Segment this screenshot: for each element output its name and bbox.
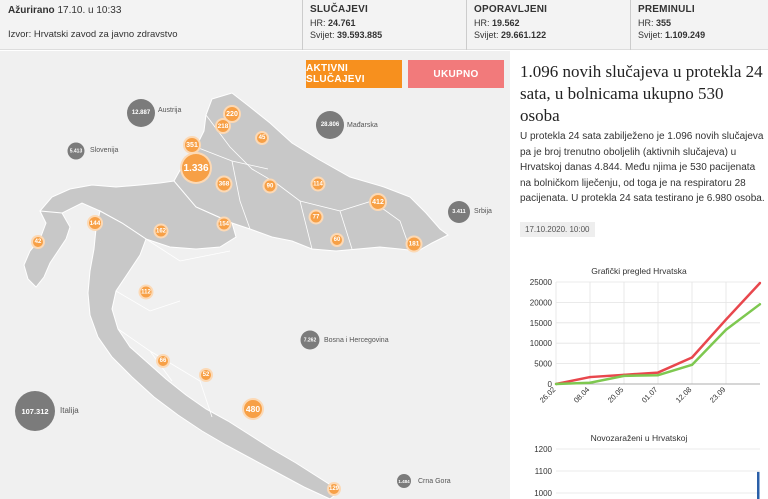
region-bubble[interactable]: 60 (330, 233, 344, 247)
x-tick-label: 01.07 (640, 385, 660, 405)
x-tick-label: 26.02 (538, 385, 558, 405)
country-label: Slovenija (90, 147, 119, 154)
x-tick-label: 23.09 (708, 385, 728, 405)
stat-cases: SLUČAJEVI HR: 24.761 Svijet: 39.593.885 (302, 0, 466, 50)
article-date: 17.10.2020. 10:00 (520, 222, 595, 237)
country-label: Crna Gora (418, 478, 451, 485)
region-bubble[interactable]: 368 (215, 175, 233, 193)
region-bubble[interactable]: 1.336 (180, 152, 212, 184)
y-tick-label: 25000 (530, 278, 553, 287)
line-chart: 050001000015000200002500026.02 08.04 20.05… (530, 278, 762, 405)
stat-world-label: Svijet: (638, 30, 663, 40)
series-point (724, 328, 728, 331)
series-point (588, 381, 592, 384)
updated-value: 17.10. u 10:33 (57, 5, 122, 16)
neighbor-bubble[interactable]: 7.262 (300, 330, 320, 350)
region-bubble[interactable]: 66 (156, 354, 170, 368)
region-bubble[interactable]: 52 (199, 368, 213, 382)
stat-world-label: Svijet: (310, 30, 335, 40)
y-tick-label: 15000 (530, 319, 553, 328)
article-body: U protekla 24 sata zabilježeno je 1.096 … (520, 131, 765, 204)
region-bubble[interactable]: 45 (255, 131, 269, 145)
region-bubble[interactable]: 218 (215, 118, 231, 134)
croatia-map-shape (23, 92, 449, 499)
y-tick-label: 20000 (530, 298, 553, 307)
series-point (690, 356, 694, 359)
country-label: Italija (60, 406, 79, 415)
country-label: Austrija (158, 107, 182, 114)
stat-world-value: 29.661.122 (501, 30, 547, 40)
series-point (758, 302, 762, 306)
y-tick-label: 1100 (535, 467, 553, 476)
bar-chart: 1000 1100 1200 (534, 445, 760, 499)
neighbor-bubble[interactable]: 107.312 (15, 391, 55, 431)
region-bubble[interactable]: 181 (405, 235, 423, 253)
x-tick-label: 12.08 (674, 385, 694, 405)
neighbor-bubble[interactable]: 28.806 (316, 111, 344, 139)
neighbor-bubble[interactable]: 5.413 (67, 142, 85, 160)
stat-hr-label: HR: (474, 17, 490, 28)
y-tick-label: 1000 (534, 489, 552, 498)
region-bubble[interactable]: 412 (369, 193, 387, 211)
series-point (588, 375, 592, 379)
series-point (656, 371, 660, 374)
x-tick-label: 08.04 (572, 385, 592, 405)
active-cases-button[interactable]: AKTIVNI SLUČAJEVI (306, 60, 402, 88)
y-tick-label: 5000 (534, 360, 552, 369)
bar-chart-title: Novozaraženi u Hrvatskoj (590, 433, 688, 443)
series-point (656, 374, 660, 377)
line-chart-title: Grafički pregled Hrvatska (591, 266, 687, 276)
stats-header: Ažurirano 17.10. u 10:33 Izvor: Hrvatski… (0, 0, 768, 50)
article-headline[interactable]: 1.096 novih slučajeva u protekla 24 sata… (520, 61, 766, 127)
y-tick-label: 10000 (530, 339, 553, 348)
neighbor-bubble[interactable]: 12.887 (127, 99, 155, 127)
stat-title: PREMINULI (638, 4, 695, 15)
stat-hr-value: 19.562 (492, 17, 520, 28)
stat-world-value: 39.593.885 (337, 30, 383, 40)
series-point (622, 374, 626, 378)
bar (757, 471, 760, 499)
neighbor-bubble[interactable]: 3.411 (448, 201, 470, 223)
region-bubble[interactable]: 144 (87, 215, 103, 231)
region-bubble[interactable]: 129 (327, 482, 341, 496)
region-bubble[interactable]: 114 (310, 176, 326, 192)
country-label: Bosna i Hercegovina (324, 337, 389, 344)
region-bubble[interactable]: 112 (138, 284, 154, 300)
stat-hr-value: 355 (656, 17, 672, 28)
stat-world-value: 1.109.249 (665, 30, 706, 40)
country-label: Srbija (474, 208, 492, 215)
region-bubble[interactable]: 42 (31, 235, 45, 249)
source-note: Izvor: Hrvatski zavod za javno zdravstvo (8, 29, 178, 40)
series-point (724, 318, 728, 321)
region-bubble[interactable]: 90 (262, 178, 278, 194)
region-bubble[interactable]: 77 (308, 209, 324, 225)
region-bubble[interactable]: 154 (216, 216, 232, 232)
croatia-map[interactable]: AKTIVNI SLUČAJEVI UKUPNO 220 218 45 351 … (0, 51, 510, 499)
stat-hr-label: HR: (310, 17, 326, 28)
stat-deaths: PREMINULI HR: 355 Svijet: 1.109.249 (630, 0, 768, 50)
stat-title: OPORAVLJENI (474, 4, 548, 15)
neighbor-bubble[interactable]: 1.484 (397, 474, 411, 488)
stat-recovered: OPORAVLJENI HR: 19.562 Svijet: 29.661.12… (466, 0, 630, 50)
stat-title: SLUČAJEVI (310, 4, 368, 15)
region-bubble[interactable]: 480 (242, 398, 264, 420)
updated-line: Ažurirano 17.10. u 10:33 (8, 5, 121, 16)
stat-world-label: Svijet: (474, 30, 499, 40)
updated-label: Ažurirano (8, 5, 55, 16)
series-point (758, 281, 762, 285)
country-label: Mađarska (347, 122, 378, 129)
news-panel: 1.096 novih slučajeva u protekla 24 sata… (510, 51, 768, 499)
region-bubble[interactable]: 162 (153, 223, 169, 239)
x-tick-label: 20.05 (606, 385, 626, 405)
total-button[interactable]: UKUPNO (408, 60, 504, 88)
stat-hr-value: 24.761 (328, 17, 356, 28)
series-point (690, 363, 694, 367)
y-tick-label: 1200 (534, 445, 552, 454)
series-point (554, 382, 558, 386)
stat-hr-label: HR: (638, 17, 654, 28)
